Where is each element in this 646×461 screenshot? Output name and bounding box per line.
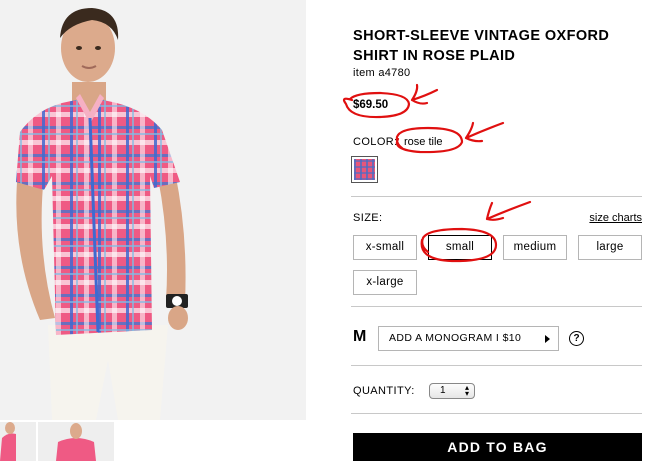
add-monogram-label: ADD A MONOGRAM I $10 (389, 332, 522, 344)
quantity-label: QUANTITY: (353, 385, 415, 397)
size-option-small[interactable]: small (428, 235, 492, 260)
size-option-x-large[interactable]: x-large (353, 270, 417, 295)
thumbnail-image (0, 422, 36, 461)
add-monogram-button[interactable]: ADD A MONOGRAM I $10 (378, 326, 559, 351)
product-photo[interactable] (0, 0, 306, 420)
size-option-large[interactable]: large (578, 235, 642, 260)
help-icon[interactable]: ? (569, 331, 584, 346)
color-arrow (464, 121, 505, 143)
thumbnail-image (38, 422, 114, 461)
color-value: rose tile (404, 136, 443, 148)
product-price: $69.50 (353, 99, 389, 111)
size-arrow (485, 200, 532, 221)
monogram-letter: M (353, 328, 367, 345)
thumbnail-strip (0, 422, 306, 461)
product-title: SHORT-SLEEVE VINTAGE OXFORD SHIRT IN ROS… (353, 28, 610, 64)
size-charts-link[interactable]: size charts (589, 212, 642, 224)
color-label: COLOR: (353, 136, 398, 148)
item-number: item a4780 (353, 67, 411, 79)
color-swatch-rose-tile[interactable] (351, 156, 378, 183)
thumbnail-back[interactable] (0, 422, 36, 461)
size-option-x-small[interactable]: x-small (353, 235, 417, 260)
add-to-bag-button[interactable]: ADD TO BAG (353, 433, 642, 461)
divider (351, 365, 642, 366)
stepper-arrows-icon: ▴ ▾ (464, 383, 469, 398)
quantity-value: 1 (440, 385, 446, 396)
divider (351, 306, 642, 307)
thumbnail-front[interactable] (38, 422, 114, 461)
swatch-pattern (354, 159, 375, 180)
price-arrow (410, 83, 439, 105)
play-arrow-icon (545, 335, 550, 343)
divider (351, 196, 642, 197)
quantity-select[interactable]: 1 ▴ ▾ (429, 383, 475, 399)
model-illustration (0, 0, 306, 420)
size-label: SIZE: (353, 212, 383, 224)
size-option-medium[interactable]: medium (503, 235, 567, 260)
divider (351, 413, 642, 414)
